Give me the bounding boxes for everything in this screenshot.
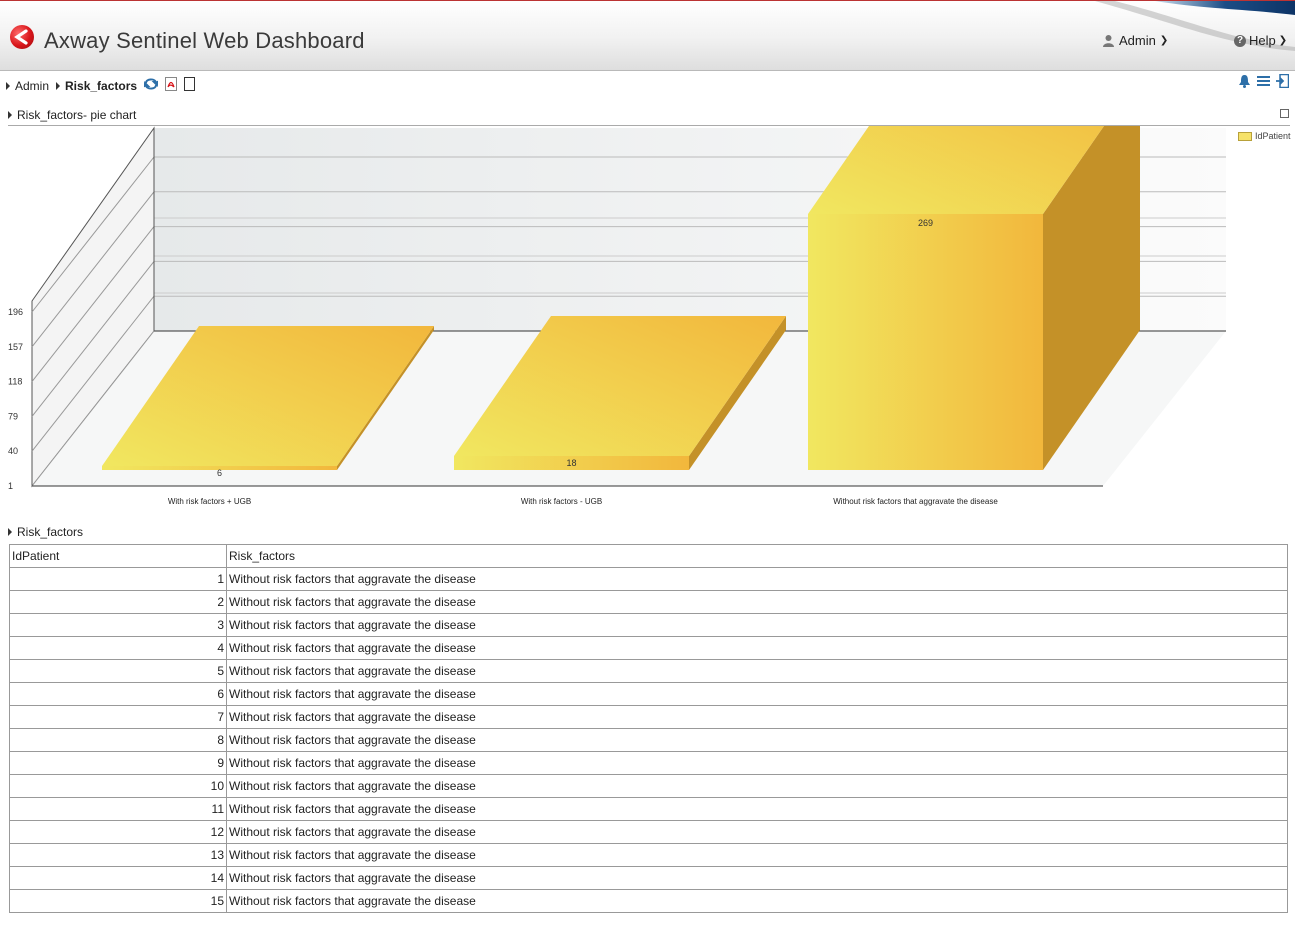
table-row[interactable]: 8 Without risk factors that aggravate the… [9, 728, 1288, 752]
table-row[interactable]: 10 Without risk factors that aggravate th… [9, 774, 1288, 798]
table-row[interactable]: 7 Without risk factors that aggravate the… [9, 705, 1288, 729]
help-icon: ? [1234, 34, 1246, 47]
y-tick-label: 79 [8, 411, 18, 421]
chevron-down-icon: ❯ [1278, 35, 1288, 46]
cell-risk-factors: Without risk factors that aggravate the … [226, 682, 1288, 706]
bar [808, 214, 1043, 470]
breadcrumb: Admin Risk_factors [6, 77, 196, 94]
risk-factors-chart: 1 40 79 118 157 196 6 With risk factors + UGB 18… [8, 74, 1226, 506]
cell-idpatient: 3 [9, 613, 227, 637]
expand-arrow-icon [56, 81, 61, 90]
table-row[interactable]: 5 Without risk factors that aggravate the… [9, 659, 1288, 683]
bar-value-label: 6 [217, 468, 222, 478]
chart-section-title: Risk_factors- pie chart [17, 108, 137, 122]
table-row[interactable]: 3 Without risk factors that aggravate the… [9, 613, 1288, 637]
exit-icon[interactable] [1276, 74, 1289, 88]
x-tick-label: With risk factors - UGB [521, 497, 602, 506]
cell-risk-factors: Without risk factors that aggravate the … [226, 797, 1288, 821]
column-header-idpatient[interactable]: IdPatient [9, 544, 227, 568]
cell-idpatient: 10 [9, 774, 227, 798]
table-row[interactable]: 13 Without risk factors that aggravate th… [9, 843, 1288, 867]
expand-arrow-icon [8, 528, 12, 536]
y-tick-label: 157 [8, 342, 23, 352]
cell-risk-factors: Without risk factors that aggravate the … [226, 567, 1288, 591]
refresh-icon[interactable] [143, 77, 160, 94]
cell-idpatient: 8 [9, 728, 227, 752]
bar-value-label: 18 [566, 458, 576, 468]
cell-risk-factors: Without risk factors that aggravate the … [226, 613, 1288, 637]
risk-factors-table: IdPatient Risk_factors 1 Without risk fac… [9, 544, 1288, 913]
expand-arrow-icon [8, 111, 12, 119]
cell-risk-factors: Without risk factors that aggravate the … [226, 636, 1288, 660]
y-tick-label: 118 [8, 377, 22, 387]
cell-risk-factors: Without risk factors that aggravate the … [226, 866, 1288, 890]
cell-idpatient: 2 [9, 590, 227, 614]
cell-risk-factors: Without risk factors that aggravate the … [226, 659, 1288, 683]
cell-idpatient: 11 [9, 797, 227, 821]
breadcrumb-admin[interactable]: Admin [15, 79, 49, 93]
cell-risk-factors: Without risk factors that aggravate the … [226, 843, 1288, 867]
bell-icon[interactable] [1238, 74, 1251, 88]
expand-arrow-icon [6, 81, 10, 90]
cell-risk-factors: Without risk factors that aggravate the … [226, 728, 1288, 752]
y-tick-label: 1 [8, 481, 13, 491]
cell-idpatient: 13 [9, 843, 227, 867]
cell-idpatient: 4 [9, 636, 227, 660]
table-row[interactable]: 14 Without risk factors that aggravate th… [9, 866, 1288, 890]
table-row[interactable]: 6 Without risk factors that aggravate the… [9, 682, 1288, 706]
table-row[interactable]: 9 Without risk factors that aggravate the… [9, 751, 1288, 775]
page-icon[interactable] [184, 77, 196, 94]
toolbar-right [1238, 74, 1289, 88]
chevron-down-icon: ❯ [1159, 35, 1169, 46]
cell-idpatient: 9 [9, 751, 227, 775]
cell-risk-factors: Without risk factors that aggravate the … [226, 820, 1288, 844]
admin-user-label: Admin [1119, 33, 1156, 48]
table-row[interactable]: 4 Without risk factors that aggravate the… [9, 636, 1288, 660]
minimize-icon[interactable] [1280, 109, 1289, 118]
legend-label: IdPatient [1255, 131, 1291, 141]
cell-risk-factors: Without risk factors that aggravate the … [226, 774, 1288, 798]
chart-legend: IdPatient [1238, 131, 1291, 141]
chart-section-header[interactable]: Risk_factors- pie chart [8, 108, 136, 122]
table-section-title: Risk_factors [17, 525, 84, 539]
table-row[interactable]: 12 Without risk factors that aggravate th… [9, 820, 1288, 844]
cell-idpatient: 5 [9, 659, 227, 683]
breadcrumb-current: Risk_factors [65, 78, 138, 93]
table-section-header[interactable]: Risk_factors [8, 525, 83, 539]
cell-idpatient: 14 [9, 866, 227, 890]
menu-icon[interactable] [1257, 75, 1270, 87]
y-tick-label: 196 [8, 307, 23, 317]
x-tick-label: Without risk factors that aggravate the … [833, 497, 998, 506]
y-tick-label: 40 [8, 446, 18, 456]
table-row[interactable]: 1 Without risk factors that aggravate the… [9, 567, 1288, 591]
help-label: Help [1249, 33, 1276, 48]
cell-risk-factors: Without risk factors that aggravate the … [226, 590, 1288, 614]
cell-idpatient: 1 [9, 567, 227, 591]
legend-swatch [1238, 131, 1252, 141]
chart-panel: 1 40 79 118 157 196 6 With risk factors + UGB 18… [8, 74, 1291, 516]
table-header-row: IdPatient Risk_factors [9, 544, 1288, 568]
cell-idpatient: 6 [9, 682, 227, 706]
app-header: Axway Sentinel Web Dashboard Admin ❯ ? H… [0, 0, 1295, 71]
cell-idpatient: 7 [9, 705, 227, 729]
cell-idpatient: 12 [9, 820, 227, 844]
app-title: Axway Sentinel Web Dashboard [44, 28, 365, 53]
admin-user-menu[interactable]: Admin ❯ [1102, 33, 1168, 48]
table-row[interactable]: 11 Without risk factors that aggravate th… [9, 797, 1288, 821]
bar-value-label: 269 [918, 218, 933, 228]
help-menu[interactable]: ? Help ❯ [1234, 33, 1287, 48]
cell-risk-factors: Without risk factors that aggravate the … [226, 889, 1288, 913]
pdf-icon[interactable] [165, 77, 178, 94]
table-row[interactable]: 15 Without risk factors that aggravate th… [9, 889, 1288, 913]
cell-risk-factors: Without risk factors that aggravate the … [226, 705, 1288, 729]
user-icon [1103, 35, 1114, 47]
cell-idpatient: 15 [9, 889, 227, 913]
axway-logo-icon [10, 25, 34, 49]
x-tick-label: With risk factors + UGB [168, 497, 251, 506]
column-header-risk-factors[interactable]: Risk_factors [226, 544, 1288, 568]
cell-risk-factors: Without risk factors that aggravate the … [226, 751, 1288, 775]
table-row[interactable]: 2 Without risk factors that aggravate the… [9, 590, 1288, 614]
